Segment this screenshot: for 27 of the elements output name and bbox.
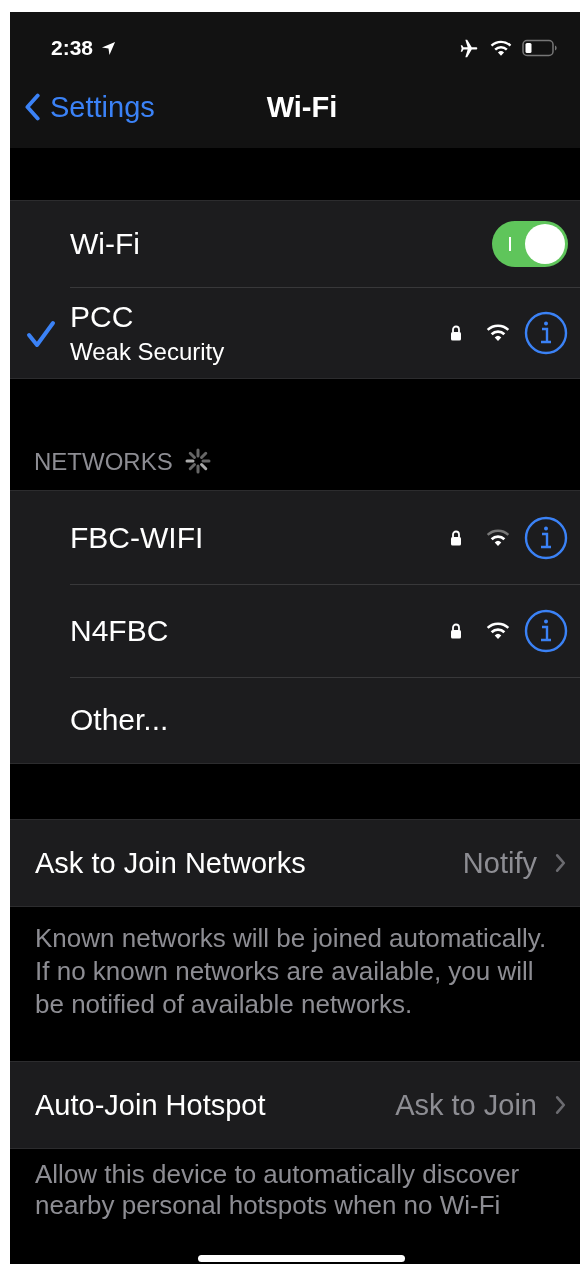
section-header: NETWORKS [34,448,173,476]
info-button[interactable] [524,310,568,355]
network-name[interactable]: FBC-WIFI [70,520,450,555]
info-button[interactable] [524,515,568,560]
setting-description: Allow this device to automatically discover nearby personal hotspots when no Wi-Fi [34,1158,521,1221]
chevron-icon [555,853,566,873]
location-arrow-icon [101,40,117,56]
security-note: Weak Security [70,337,225,366]
setting-value: Ask to Join [395,1088,537,1122]
info-button[interactable] [524,608,568,653]
setting-description: Known networks will be joined automatically. If no known networks are available, you will be notified of available networks. [34,922,548,1021]
page-title: Wi-Fi [265,90,339,124]
wifi-toggle[interactable] [492,221,568,267]
setting-label[interactable]: Ask to Join Networks [35,846,463,880]
chevron-icon [555,1095,566,1115]
wifi-signal-icon [490,39,512,57]
wifi-label: Wi-Fi [70,227,141,261]
other-network-item[interactable]: Other... [70,703,568,737]
setting-value: Notify [462,846,537,880]
network-name[interactable]: N4FBC [70,613,450,648]
airplane-icon [458,37,480,59]
back-chevron-icon [24,93,40,121]
status-time: 2:38 [51,36,94,60]
network-name: PCC [70,299,134,334]
setting-label[interactable]: Auto-Join Hotspot [35,1088,396,1122]
back-button[interactable]: Settings [10,90,155,124]
battery-icon [522,39,558,57]
